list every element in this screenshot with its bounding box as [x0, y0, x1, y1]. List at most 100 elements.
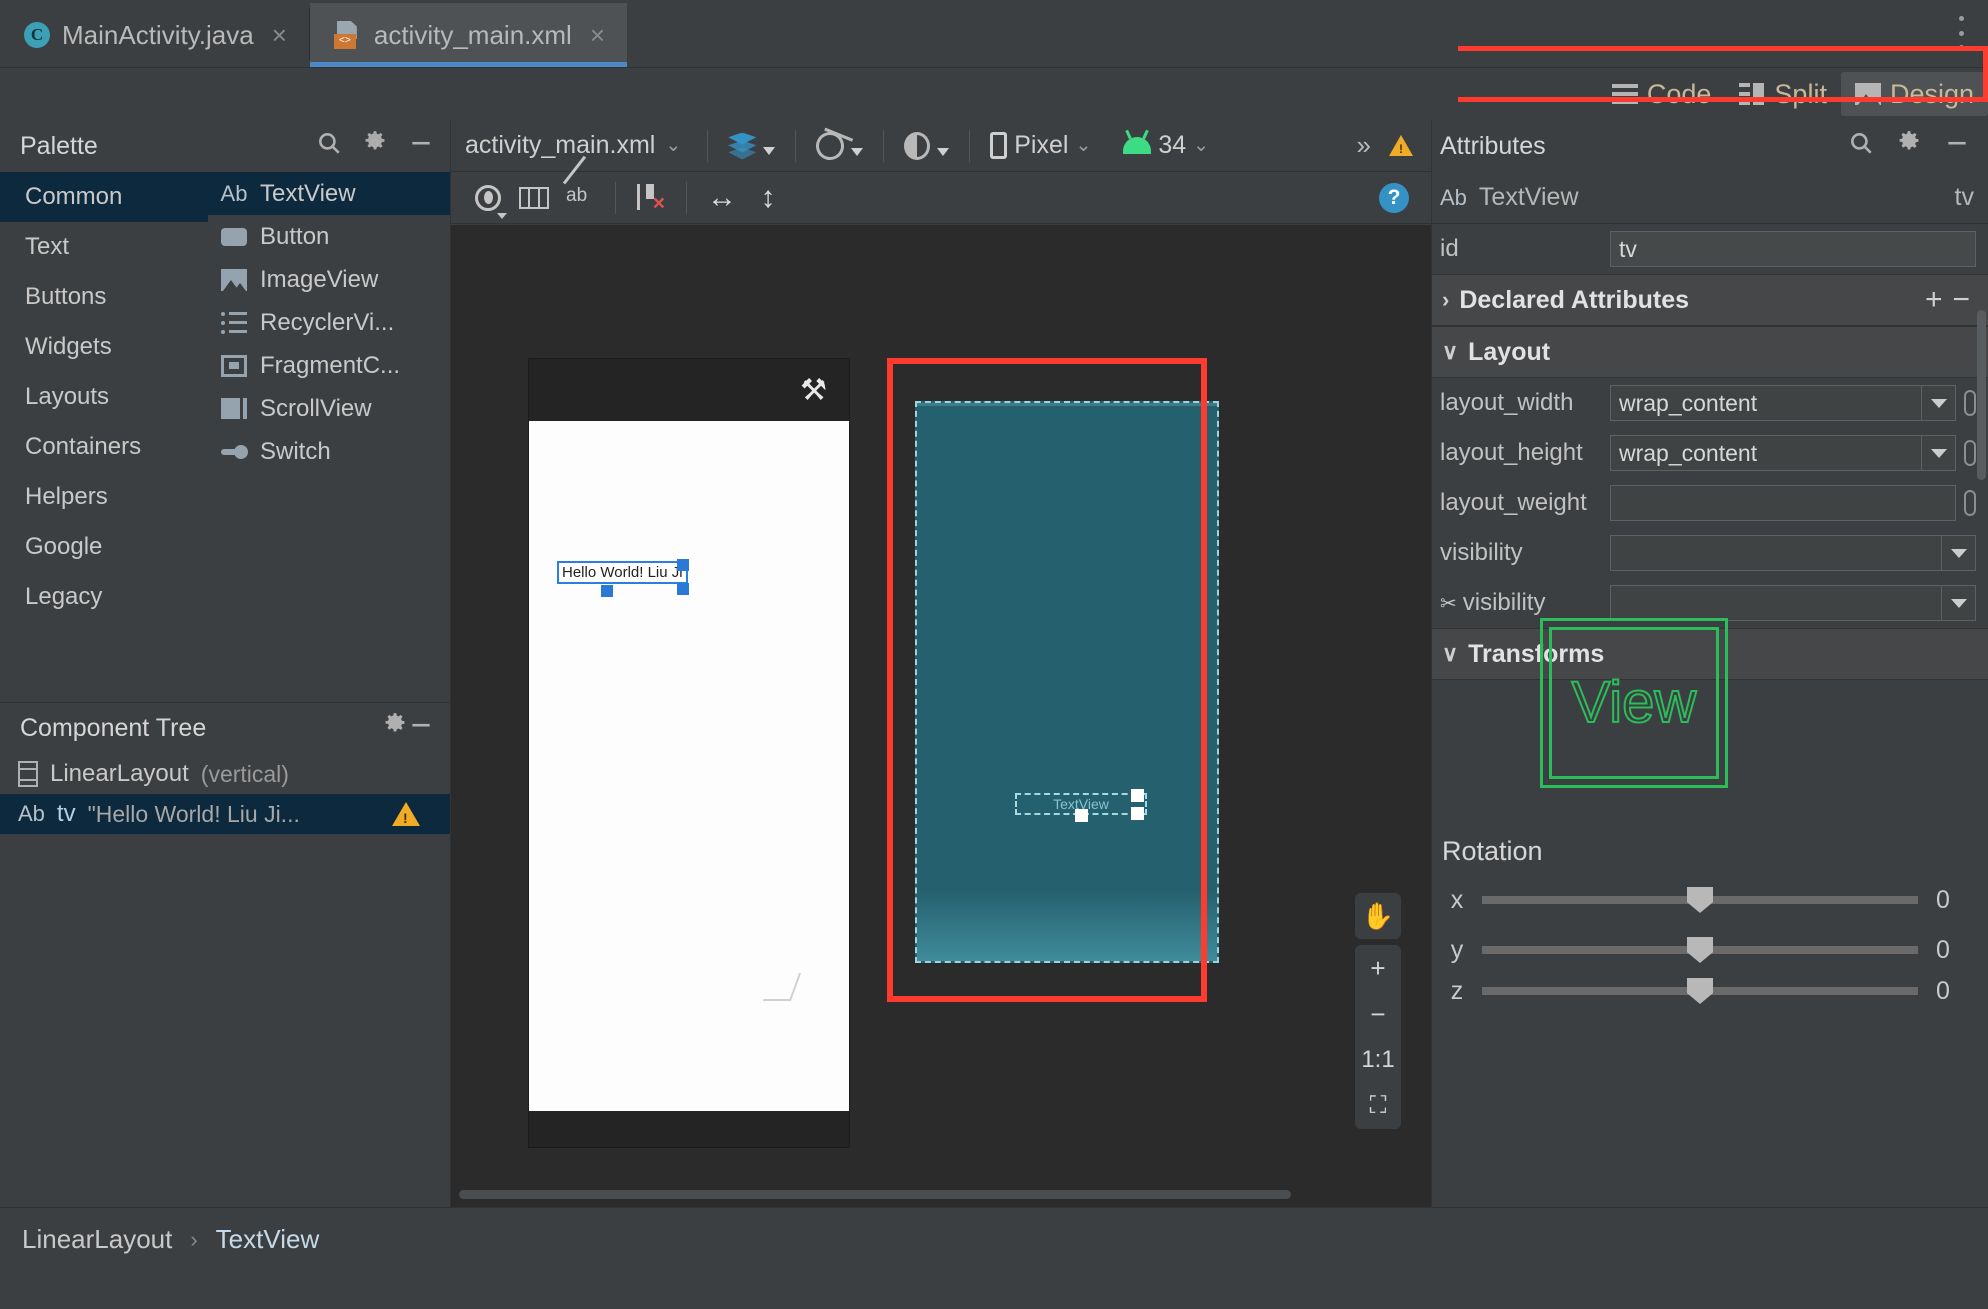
more-options-icon[interactable]: [1956, 16, 1966, 50]
design-canvas[interactable]: ⚒ Hello World! Liu Ji TextView ✋ + − 1:1…: [451, 225, 1431, 1207]
transform-view-preview[interactable]: View: [1540, 618, 1728, 788]
slider-thumb[interactable]: [1687, 978, 1713, 1004]
toolbar-divider: [615, 181, 616, 214]
palette-category-google[interactable]: Google: [0, 522, 208, 572]
warning-triangle-icon[interactable]: [392, 802, 420, 826]
zoom-actual-size-icon[interactable]: 1:1: [1355, 1037, 1401, 1083]
theme-button[interactable]: [896, 131, 957, 160]
view-options-icon[interactable]: [465, 175, 511, 221]
remove-attribute-button[interactable]: −: [1952, 283, 1970, 317]
blueprint-handle-bottom[interactable]: [1075, 809, 1088, 822]
add-attribute-button[interactable]: +: [1925, 283, 1943, 317]
rotation-y-slider[interactable]: [1482, 937, 1918, 963]
pan-group: ✋: [1355, 893, 1401, 939]
zoom-out-icon[interactable]: −: [1355, 991, 1401, 1037]
warning-triangle-icon[interactable]: [1389, 135, 1413, 156]
blueprint-handle-corner[interactable]: [1131, 807, 1144, 820]
category-label: Text: [25, 233, 70, 260]
search-icon[interactable]: [316, 130, 342, 163]
gear-icon[interactable]: [1896, 130, 1922, 163]
hide-blueprint-icon[interactable]: ab: [557, 155, 603, 221]
section-layout[interactable]: ∨ Layout: [1432, 326, 1988, 378]
canvas-horizontal-scrollbar[interactable]: [459, 1190, 1291, 1199]
chevron-down-icon[interactable]: [1921, 436, 1955, 470]
palette-category-containers[interactable]: Containers: [0, 422, 208, 472]
minimize-icon[interactable]: [1944, 130, 1970, 163]
palette-category-widgets[interactable]: Widgets: [0, 322, 208, 372]
tree-node-name: LinearLayout: [50, 760, 189, 787]
attribute-label-layout-height: layout_height: [1440, 439, 1583, 466]
clear-constraints-icon[interactable]: ×: [628, 175, 674, 221]
design-surface-button[interactable]: [720, 132, 783, 160]
textview-icon: Ab: [1440, 184, 1467, 210]
palette-item-switch[interactable]: Switch: [208, 430, 450, 473]
tree-node-linearlayout[interactable]: LinearLayout (vertical): [0, 754, 450, 794]
palette-item-scrollview[interactable]: ScrollView: [208, 387, 450, 430]
palette-category-legacy[interactable]: Legacy: [0, 572, 208, 622]
button-icon: [221, 226, 247, 248]
tab-close-icon[interactable]: ×: [272, 20, 287, 51]
blueprint-preview[interactable]: TextView: [915, 401, 1219, 963]
tab-close-icon[interactable]: ×: [590, 20, 605, 51]
breadcrumb-item-linearlayout[interactable]: LinearLayout: [22, 1224, 172, 1255]
layout-columns-icon[interactable]: [511, 175, 557, 221]
device-render-preview[interactable]: ⚒: [529, 359, 849, 1147]
zoom-to-fit-icon[interactable]: ⛶: [1355, 1083, 1401, 1129]
expand-horizontal-icon[interactable]: ↔: [699, 175, 745, 221]
palette-item-textview[interactable]: Ab TextView: [208, 172, 450, 215]
blueprint-handle-right[interactable]: [1131, 789, 1144, 802]
chevron-down-icon[interactable]: [1941, 536, 1975, 570]
gear-icon[interactable]: [382, 712, 408, 745]
mode-button-code[interactable]: Code: [1598, 72, 1726, 116]
zoom-in-icon[interactable]: +: [1355, 945, 1401, 991]
attributes-vertical-scrollbar[interactable]: [1977, 310, 1986, 480]
orientation-button[interactable]: [808, 127, 871, 164]
layout-height-select[interactable]: wrap_content: [1610, 435, 1956, 471]
resize-handle-corner[interactable]: [677, 583, 689, 595]
help-icon[interactable]: ?: [1379, 182, 1409, 213]
mode-button-design[interactable]: Design: [1840, 72, 1988, 116]
attribute-pill-indicator: [1964, 440, 1976, 466]
palette-item-recyclerview[interactable]: RecyclerVi...: [208, 301, 450, 344]
palette-category-common[interactable]: Common: [0, 172, 208, 222]
palette-category-buttons[interactable]: Buttons: [0, 272, 208, 322]
layout-width-select[interactable]: wrap_content: [1610, 385, 1956, 421]
editor-tab-activity-main-xml[interactable]: <> activity_main.xml ×: [309, 3, 628, 67]
resize-handle-right[interactable]: [677, 559, 689, 571]
device-selector[interactable]: Pixel ⌄: [982, 131, 1099, 160]
tree-node-id: tv: [56, 800, 76, 827]
section-declared-attributes[interactable]: › Declared Attributes + −: [1432, 274, 1988, 326]
chevron-down-icon[interactable]: [1921, 386, 1955, 420]
attribute-label-layout-width: layout_width: [1440, 389, 1574, 416]
pan-hand-icon[interactable]: ✋: [1355, 893, 1401, 939]
minimize-icon[interactable]: [408, 712, 434, 745]
rotation-z-slider[interactable]: [1482, 978, 1918, 1004]
minimize-icon[interactable]: [408, 130, 434, 163]
id-input[interactable]: tv: [1610, 231, 1976, 267]
breadcrumb-item-textview[interactable]: TextView: [216, 1224, 320, 1255]
mode-button-split[interactable]: Split: [1725, 72, 1841, 116]
editor-tab-mainactivity[interactable]: C MainActivity.java ×: [0, 3, 309, 67]
palette-category-layouts[interactable]: Layouts: [0, 372, 208, 422]
chevron-down-icon[interactable]: [1941, 586, 1975, 620]
resize-handle-bottom[interactable]: [601, 585, 613, 597]
visibility-select[interactable]: [1610, 535, 1976, 571]
api-level-selector[interactable]: 34 ⌄: [1115, 131, 1217, 160]
selected-textview-render[interactable]: Hello World! Liu Ji: [557, 561, 688, 584]
palette-category-helpers[interactable]: Helpers: [0, 472, 208, 522]
toolbar-overflow-icon[interactable]: »: [1357, 130, 1371, 161]
expand-vertical-icon[interactable]: ↕: [745, 175, 791, 221]
palette-category-text[interactable]: Text: [0, 222, 208, 272]
gear-icon[interactable]: [362, 130, 388, 163]
palette-item-fragmentcontainer[interactable]: FragmentC...: [208, 344, 450, 387]
slider-thumb[interactable]: [1687, 887, 1713, 913]
palette-item-imageview[interactable]: ImageView: [208, 258, 450, 301]
search-icon[interactable]: [1848, 130, 1874, 163]
palette-item-button[interactable]: Button: [208, 215, 450, 258]
tools-visibility-select[interactable]: [1610, 585, 1976, 621]
layout-file-selector[interactable]: activity_main.xml ⌄: [465, 131, 695, 160]
rotation-x-slider[interactable]: [1482, 887, 1918, 913]
tree-node-textview[interactable]: Ab tv "Hello World! Liu Ji...: [0, 794, 450, 834]
layout-weight-input[interactable]: [1610, 485, 1956, 521]
slider-thumb[interactable]: [1687, 937, 1713, 963]
